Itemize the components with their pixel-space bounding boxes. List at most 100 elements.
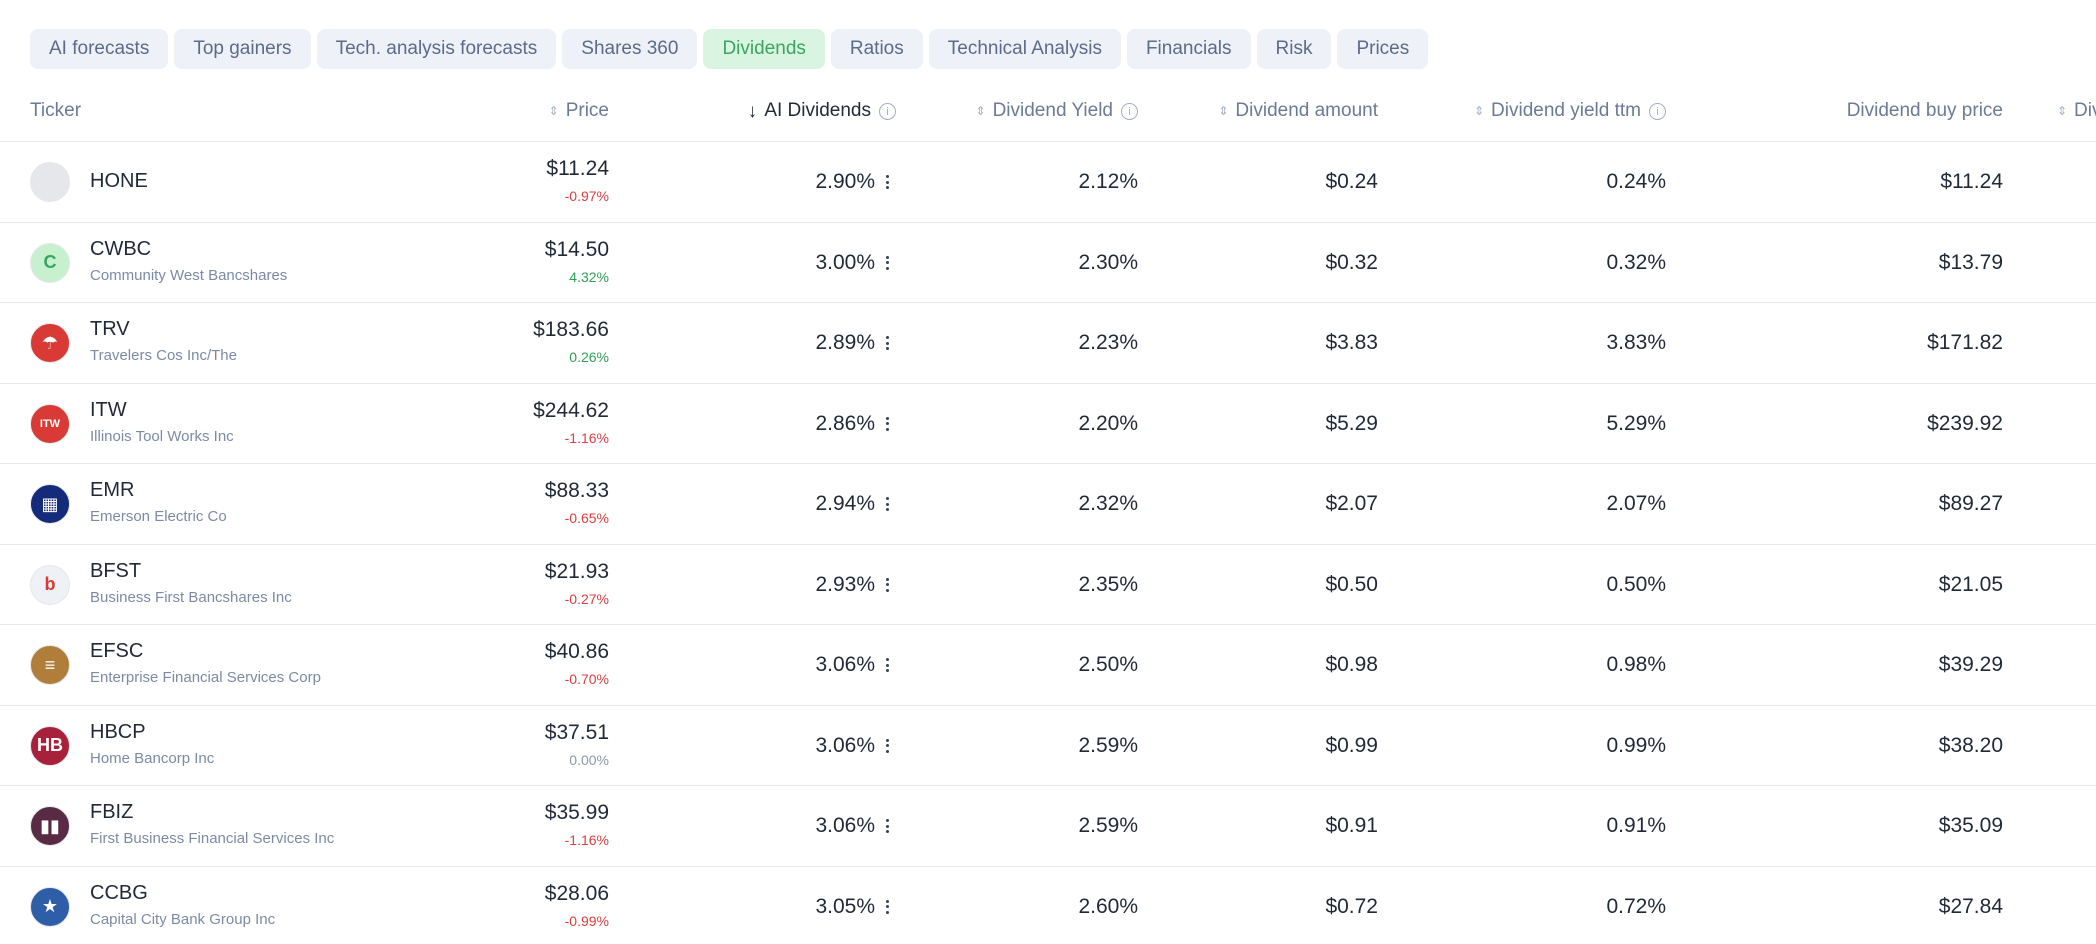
more-vertical-icon[interactable]: [883, 494, 891, 514]
ai-dividends-value: 2.86%: [815, 411, 875, 435]
price-value: $37.51: [544, 720, 609, 744]
more-vertical-icon[interactable]: [883, 575, 891, 595]
arrow-down-icon: ↓: [747, 100, 758, 122]
column-header-dividend-amount[interactable]: ⇕ Dividend amount: [1217, 80, 1378, 142]
dividend-yield-value: 2.50%: [1078, 653, 1138, 676]
column-header-ticker[interactable]: Ticker: [30, 80, 81, 142]
dividend-yield-value: 2.60%: [1078, 894, 1138, 918]
price-value: $28.06: [544, 881, 609, 905]
ai-dividends-value: 3.06%: [815, 653, 875, 676]
table-row[interactable]: ★ CCBG Capital City Bank Group Inc $28.06 -0…: [0, 867, 2096, 944]
column-header-dividend-yield-ttm-label: Dividend yield ttm: [1491, 100, 1641, 121]
column-header-price[interactable]: ⇕ Price: [548, 80, 609, 142]
ticker-symbol[interactable]: CWBC: [90, 238, 151, 261]
ticker-symbol[interactable]: HBCP: [90, 721, 146, 744]
ticker-symbol[interactable]: HONE: [90, 170, 148, 193]
table-row[interactable]: HONE $11.24 -0.97% 2.90% 2.12% $0.24 0.24% $11.…: [0, 142, 2096, 223]
tab-financials[interactable]: Financials: [1126, 29, 1251, 69]
tab-shares-360[interactable]: Shares 360: [562, 29, 698, 69]
ticker-symbol[interactable]: EFSC: [90, 640, 143, 663]
column-header-dividend-buy-price[interactable]: Dividend buy price: [1847, 80, 2003, 142]
ai-dividends-value: 3.06%: [815, 814, 875, 837]
more-vertical-icon[interactable]: [883, 333, 891, 353]
table-row[interactable]: C CWBC Community West Bancshares $14.50 4.32…: [0, 223, 2096, 303]
company-name: Illinois Tool Works Inc: [90, 427, 234, 445]
table-row[interactable]: ≡ EFSC Enterprise Financial Services Corp $…: [0, 625, 2096, 706]
ticker-symbol[interactable]: BFST: [90, 560, 141, 583]
dividend-yield-value: 2.23%: [1078, 331, 1138, 354]
column-header-ticker-label: Ticker: [30, 100, 82, 121]
more-vertical-icon[interactable]: [883, 816, 891, 836]
tab-risk[interactable]: Risk: [1256, 29, 1332, 69]
price-change: 4.32%: [569, 268, 609, 285]
dividend-buy-price-value: $11.24: [1940, 170, 2003, 193]
tab-technical-analysis[interactable]: Technical Analysis: [928, 29, 1121, 69]
table-row[interactable]: ☂ TRV Travelers Cos Inc/The $183.66 0.26% 2.8…: [0, 303, 2096, 384]
column-header-next-partial[interactable]: ⇕ Div: [2056, 80, 2096, 142]
price-change: -0.70%: [564, 671, 609, 687]
company-name: Home Bancorp Inc: [90, 749, 215, 767]
tab-ai-forecasts[interactable]: AI forecasts: [30, 29, 169, 69]
tab-tech-analysis-forecasts[interactable]: Tech. analysis forecasts: [316, 29, 557, 69]
tab-bar: AI forecasts Top gainers Tech. analysis fo…: [30, 29, 1429, 69]
table-row[interactable]: ▦ EMR Emerson Electric Co $88.33 -0.65% 2.94%…: [0, 464, 2096, 545]
tab-dividends[interactable]: Dividends: [703, 29, 825, 69]
more-vertical-icon[interactable]: [883, 897, 891, 917]
dividend-yield-value: 2.32%: [1078, 492, 1138, 515]
ticker-symbol[interactable]: FBIZ: [90, 801, 133, 824]
price-value: $244.62: [533, 398, 609, 422]
more-vertical-icon[interactable]: [883, 736, 891, 756]
more-vertical-icon[interactable]: [883, 655, 891, 675]
price-value: $35.99: [544, 801, 609, 824]
more-vertical-icon[interactable]: [883, 253, 891, 273]
company-logo: ☂: [30, 323, 70, 363]
company-name: Travelers Cos Inc/The: [90, 347, 237, 364]
column-header-next-partial-label: Div: [2074, 100, 2096, 121]
company-logo: HB: [30, 725, 70, 766]
ticker-symbol[interactable]: ITW: [90, 399, 127, 422]
tab-ratios[interactable]: Ratios: [830, 29, 923, 69]
info-icon[interactable]: i: [1121, 102, 1138, 120]
dividend-yield-ttm-value: 5.29%: [1606, 411, 1666, 435]
dividend-amount-value: $0.24: [1325, 170, 1378, 193]
tab-prices[interactable]: Prices: [1337, 29, 1429, 69]
dividend-amount-value: $3.83: [1325, 331, 1378, 354]
price-change: -0.99%: [564, 912, 609, 929]
price-change: -1.16%: [564, 832, 609, 848]
sort-icon: ⇕: [548, 104, 559, 118]
tab-top-gainers[interactable]: Top gainers: [174, 29, 311, 69]
column-header-dividend-yield[interactable]: ⇕ Dividend Yield i: [975, 80, 1138, 142]
info-icon[interactable]: i: [879, 102, 896, 120]
ticker-symbol[interactable]: TRV: [90, 318, 130, 341]
dividend-buy-price-value: $21.05: [1938, 572, 2003, 596]
company-logo: [30, 162, 70, 202]
column-header-dividend-yield-label: Dividend Yield: [992, 100, 1113, 121]
price-value: $40.86: [544, 640, 609, 663]
company-logo: ≡: [30, 645, 70, 685]
dividend-yield-value: 2.59%: [1078, 814, 1138, 837]
table-row[interactable]: ITW ITW Illinois Tool Works Inc $244.62 -1.1…: [0, 384, 2096, 464]
column-header-dividend-amount-label: Dividend amount: [1235, 100, 1378, 121]
table-row[interactable]: HB HBCP Home Bancorp Inc $37.51 0.00% 3.06% 2.…: [0, 706, 2096, 786]
column-header-ai-dividends[interactable]: ↓ AI Dividends i: [746, 80, 896, 142]
more-vertical-icon[interactable]: [883, 414, 891, 434]
price-value: $183.66: [533, 318, 609, 341]
company-name: Capital City Bank Group Inc: [90, 910, 276, 928]
sort-icon: ⇕: [975, 104, 986, 118]
dividend-yield-value: 2.59%: [1078, 733, 1138, 757]
dividend-buy-price-value: $27.84: [1938, 894, 2003, 918]
dividend-amount-value: $0.99: [1325, 733, 1378, 757]
dividend-yield-ttm-value: 0.99%: [1606, 733, 1666, 757]
more-vertical-icon[interactable]: [883, 172, 891, 192]
dividend-yield-ttm-value: 0.32%: [1606, 250, 1666, 274]
ticker-symbol[interactable]: EMR: [90, 479, 134, 502]
table-row[interactable]: ▮▮ FBIZ First Business Financial Services …: [0, 786, 2096, 867]
dividend-yield-ttm-value: 0.24%: [1606, 170, 1666, 193]
sort-icon: ⇕: [2056, 104, 2068, 118]
table-row[interactable]: b BFST Business First Bancshares Inc $21.93…: [0, 545, 2096, 625]
info-icon[interactable]: i: [1649, 102, 1666, 120]
price-change: -1.16%: [564, 429, 609, 446]
column-header-dividend-yield-ttm[interactable]: ⇕ Dividend yield ttm i: [1473, 80, 1666, 142]
company-name: Business First Bancshares Inc: [90, 588, 292, 606]
ticker-symbol[interactable]: CCBG: [90, 882, 148, 905]
